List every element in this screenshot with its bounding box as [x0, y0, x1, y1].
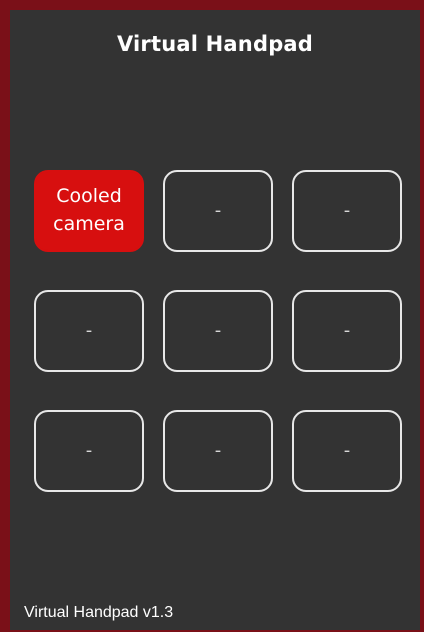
app-window: Virtual Handpad Cooled camera - - - - - … [0, 0, 424, 632]
handpad-button-9[interactable]: - [292, 410, 402, 492]
handpad-button-grid: Cooled camera - - - - - - - - [34, 170, 410, 492]
handpad-button-4[interactable]: - [34, 290, 144, 372]
cooled-camera-button[interactable]: Cooled camera [34, 170, 144, 252]
version-label: Virtual Handpad v1.3 [24, 604, 174, 621]
handpad-button-8[interactable]: - [163, 410, 273, 492]
page-title: Virtual Handpad [116, 32, 314, 56]
handpad-button-5[interactable]: - [163, 290, 273, 372]
handpad-button-2[interactable]: - [163, 170, 273, 252]
handpad-button-7[interactable]: - [34, 410, 144, 492]
handpad-button-6[interactable]: - [292, 290, 402, 372]
handpad-button-3[interactable]: - [292, 170, 402, 252]
